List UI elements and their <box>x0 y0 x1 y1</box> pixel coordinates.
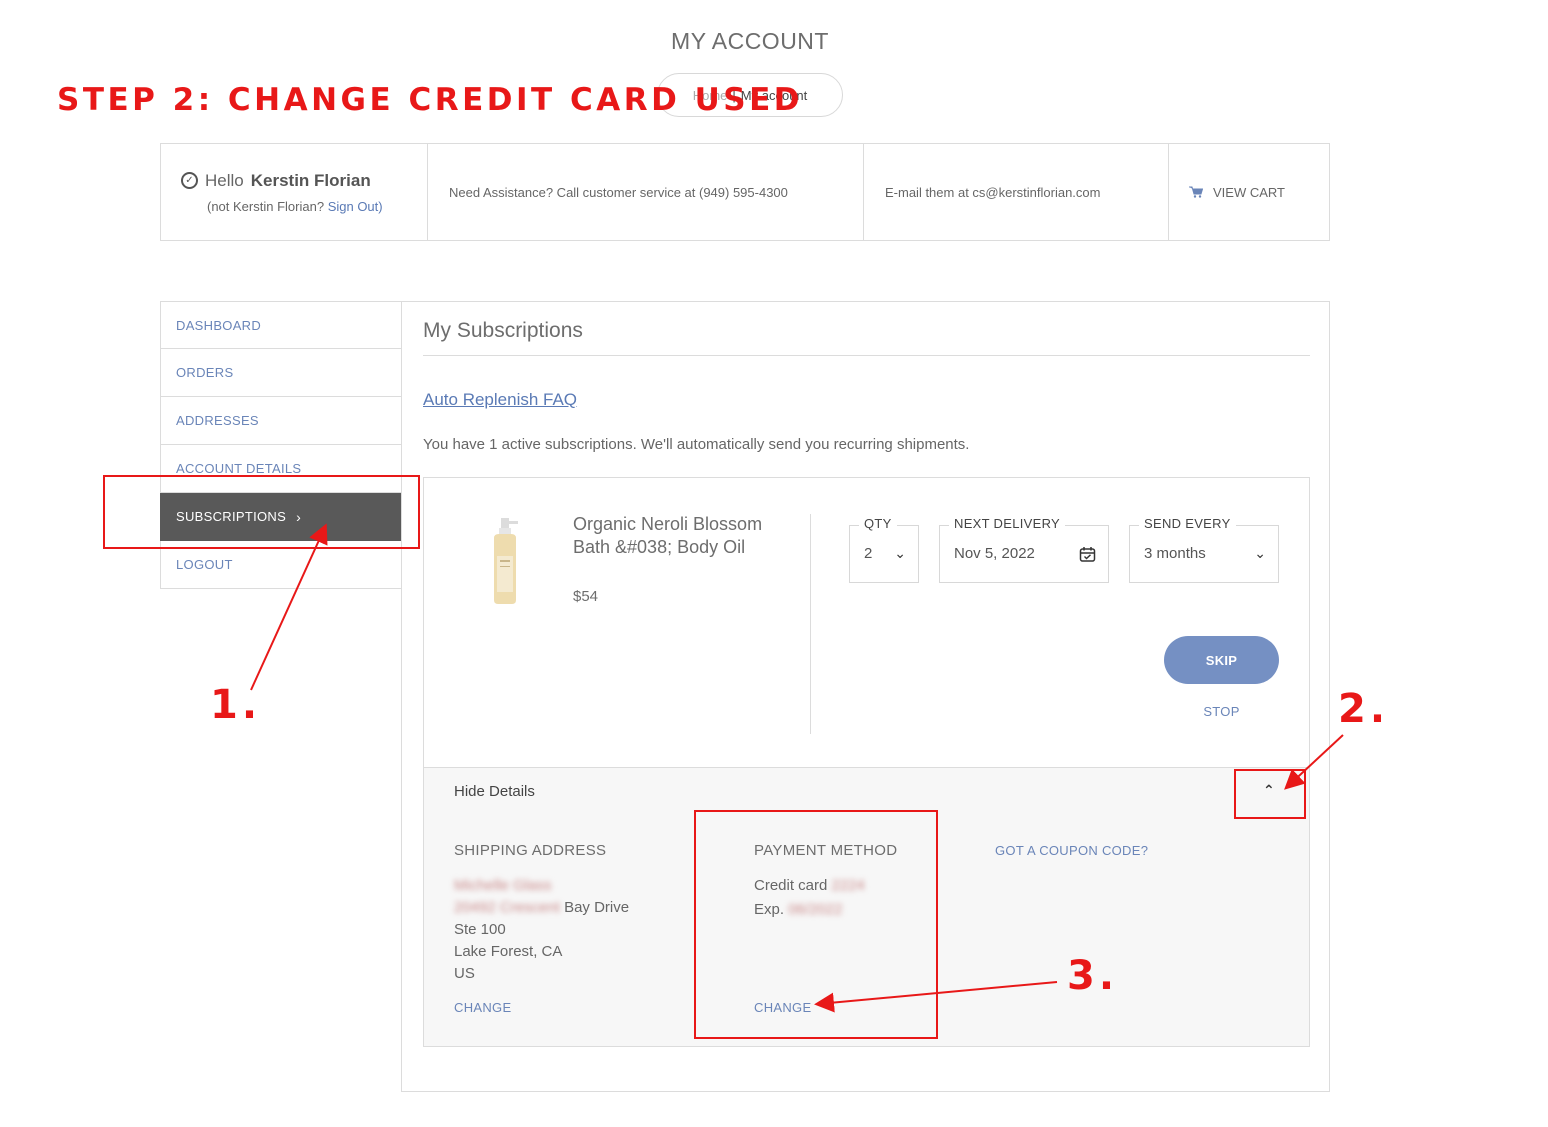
qty-value: 2 <box>864 545 873 562</box>
annotation-box-expand <box>1234 769 1306 819</box>
skip-button[interactable]: SKIP <box>1164 636 1279 684</box>
next-delivery-field[interactable]: NEXT DELIVERY Nov 5, 2022 <box>939 516 1109 583</box>
annotation-step-2: 2. <box>1338 686 1390 732</box>
not-user-line: (not Kerstin Florian? Sign Out) <box>207 199 383 214</box>
shipping-name-redacted: Michelle Glass <box>454 877 552 894</box>
user-name: Kerstin Florian <box>250 170 371 190</box>
subscriptions-title: My Subscriptions <box>423 319 583 342</box>
sidebar-item-label: LOGOUT <box>176 557 233 572</box>
sidebar-item-label: ACCOUNT DETAILS <box>176 461 302 476</box>
sidebar-item-label: ORDERS <box>176 365 234 380</box>
shipping-street-rest: Bay Drive <box>564 899 630 916</box>
shipping-address-block: SHIPPING ADDRESS Michelle Glass 20492 Cr… <box>454 840 674 1015</box>
check-circle-icon: ✓ <box>181 172 198 189</box>
annotation-box-payment <box>694 810 938 1039</box>
shipping-street-redacted: 20492 Crescent <box>454 899 560 916</box>
product-price: $54 <box>573 588 599 605</box>
sidebar-item-addresses[interactable]: ADDRESSES <box>160 397 402 445</box>
shipping-street: 20492 Crescent Bay Drive <box>454 897 674 919</box>
qty-select[interactable]: QTY 2 ⌄ <box>849 516 919 583</box>
hello-cell: ✓ Hello Kerstin Florian (not Kerstin Flo… <box>161 144 428 240</box>
next-delivery-value: Nov 5, 2022 <box>954 545 1035 562</box>
sidebar-item-label: ADDRESSES <box>176 413 259 428</box>
annotation-box-subscriptions <box>103 475 420 549</box>
shipping-address-heading: SHIPPING ADDRESS <box>454 842 607 859</box>
product-name[interactable]: Organic Neroli Blossom Bath &#038; Body … <box>573 513 793 559</box>
account-info-bar: ✓ Hello Kerstin Florian (not Kerstin Flo… <box>160 143 1330 241</box>
shipping-country: US <box>454 965 475 982</box>
assistance-cell: Need Assistance? Call customer service a… <box>428 144 864 240</box>
not-user-text: (not Kerstin Florian? <box>207 198 325 214</box>
shipping-city: Lake Forest, CA <box>454 943 563 960</box>
annotation-heading: STEP 2: CHANGE CREDIT CARD USED <box>57 82 804 118</box>
active-subscriptions-text: You have 1 active subscriptions. We'll a… <box>423 436 970 453</box>
title-divider <box>423 355 1310 356</box>
hello-prefix: Hello <box>205 170 244 190</box>
view-cart-link[interactable]: VIEW CART <box>1169 144 1329 240</box>
sidebar-item-dashboard[interactable]: DASHBOARD <box>160 301 402 349</box>
qty-label: QTY <box>859 516 897 531</box>
product-image <box>494 518 518 604</box>
send-every-label: SEND EVERY <box>1139 516 1236 531</box>
email-text: E-mail them at cs@kerstinflorian.com <box>885 184 1101 200</box>
calendar-icon[interactable] <box>1079 546 1096 563</box>
card-divider <box>810 514 811 734</box>
sign-out-link[interactable]: Sign Out) <box>328 199 383 214</box>
sidebar-item-orders[interactable]: ORDERS <box>160 349 402 397</box>
sidebar-item-label: DASHBOARD <box>176 317 262 333</box>
cart-icon <box>1189 186 1203 198</box>
annotation-step-1: 1. <box>210 682 262 728</box>
hide-details-toggle[interactable]: Hide Details <box>454 783 535 800</box>
chevron-down-icon: ⌄ <box>894 545 906 561</box>
assistance-text: Need Assistance? Call customer service a… <box>449 184 788 200</box>
next-delivery-label: NEXT DELIVERY <box>949 516 1066 531</box>
view-cart-label: VIEW CART <box>1213 184 1285 200</box>
chevron-down-icon: ⌄ <box>1254 545 1266 561</box>
coupon-link[interactable]: GOT A COUPON CODE? <box>995 840 1148 862</box>
shipping-line2: Ste 100 <box>454 921 506 938</box>
email-cell: E-mail them at cs@kerstinflorian.com <box>864 144 1169 240</box>
send-every-value: 3 months <box>1144 545 1206 562</box>
page-title: MY ACCOUNT <box>671 28 829 54</box>
greeting: ✓ Hello Kerstin Florian <box>181 171 383 191</box>
auto-replenish-faq-link[interactable]: Auto Replenish FAQ <box>423 390 577 410</box>
annotation-step-3: 3. <box>1067 953 1119 999</box>
send-every-select[interactable]: SEND EVERY 3 months ⌄ <box>1129 516 1279 583</box>
change-shipping-link[interactable]: CHANGE <box>454 997 511 1019</box>
stop-link[interactable]: STOP <box>1164 704 1279 719</box>
